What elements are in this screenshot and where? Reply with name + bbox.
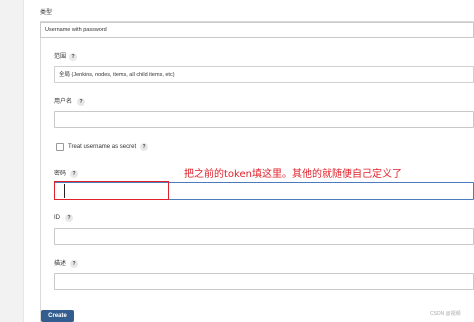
left-sidebar (0, 0, 24, 322)
id-help-icon[interactable]: ? (65, 214, 73, 222)
watermark: CSDN @视频 (430, 311, 461, 317)
text-cursor (64, 184, 65, 198)
username-input[interactable] (54, 111, 474, 128)
description-label: 描述 (54, 261, 67, 267)
description-input[interactable] (54, 273, 474, 290)
description-help-icon[interactable]: ? (70, 260, 78, 268)
create-button[interactable]: Create (41, 310, 74, 322)
password-help-icon[interactable]: ? (70, 170, 78, 178)
id-input[interactable] (54, 228, 474, 245)
scope-select[interactable]: 全局 (Jenkins, nodes, items, all child ite… (54, 66, 474, 83)
treat-username-secret-label: Treat username as secret (68, 144, 137, 150)
username-label: 用户名 (54, 99, 73, 105)
treat-username-secret-checkbox[interactable] (56, 143, 64, 151)
annotation-text: 把之前的token填这里。其他的就随便自己定义了 (184, 169, 402, 180)
kind-label: 类型 (40, 10, 53, 16)
password-label: 密码 (54, 171, 67, 177)
annotation-highlight-box (54, 181, 169, 200)
username-help-icon[interactable]: ? (77, 98, 85, 106)
scope-label: 范围 (54, 54, 67, 60)
scope-help-icon[interactable]: ? (69, 53, 77, 61)
id-label: ID (54, 215, 60, 221)
treat-secret-help-icon[interactable]: ? (140, 143, 148, 151)
kind-select[interactable]: Username with password (40, 22, 474, 38)
